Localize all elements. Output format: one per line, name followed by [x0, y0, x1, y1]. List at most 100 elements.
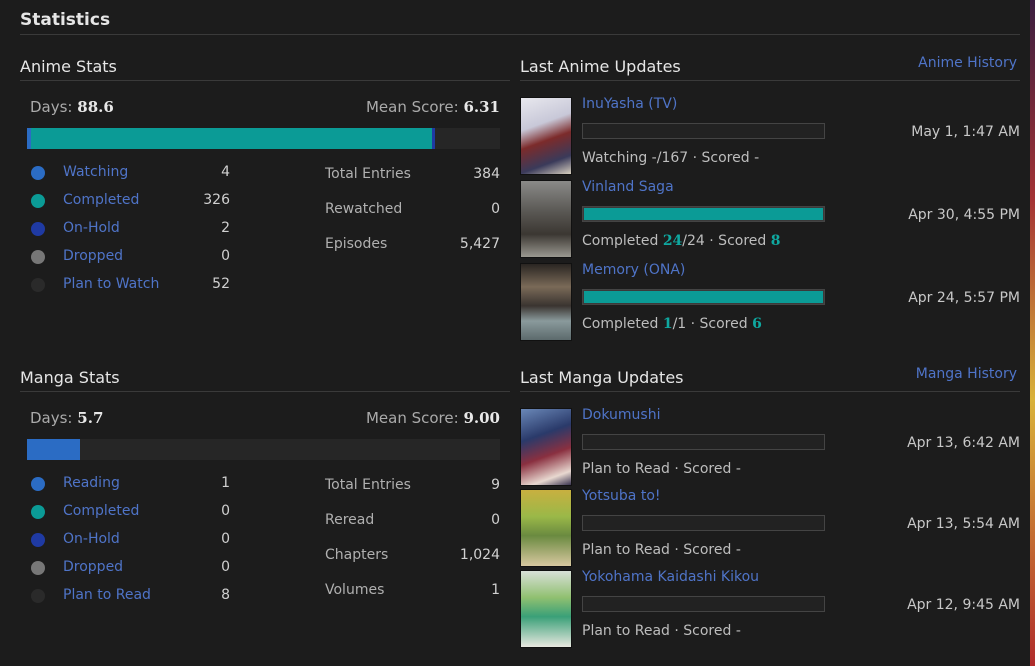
update-date: Apr 13, 5:54 AM — [907, 516, 1020, 532]
anime-mean-score: Mean Score: 6.31 — [365, 98, 500, 116]
status-label[interactable]: On-Hold — [63, 220, 120, 236]
stats-bar-segment-plan — [80, 439, 500, 460]
cover-thumbnail[interactable] — [520, 97, 572, 175]
update-date: Apr 30, 4:55 PM — [908, 207, 1020, 223]
status-row-completed[interactable]: Completed 0 — [30, 502, 240, 522]
status-row-plan-to-watch[interactable]: Plan to Watch 52 — [30, 275, 240, 295]
total-value: 0 — [491, 201, 500, 217]
manga-mean-score: Mean Score: 9.00 — [365, 409, 500, 427]
status-label[interactable]: Completed — [63, 503, 139, 519]
status-dot — [31, 589, 45, 603]
progress-fill — [583, 290, 824, 304]
manga-stats-bar — [27, 439, 500, 460]
status-count: 8 — [221, 587, 230, 603]
status-label[interactable]: Dropped — [63, 559, 123, 575]
status-row-dropped[interactable]: Dropped 0 — [30, 558, 240, 578]
total-value: 0 — [491, 512, 500, 528]
progress-fill — [583, 207, 824, 221]
update-status: Watching -/167 · Scored - — [582, 150, 759, 166]
status-label[interactable]: On-Hold — [63, 531, 120, 547]
total-label: Total Entries — [325, 166, 411, 182]
progress-bar — [582, 289, 825, 305]
cover-thumbnail[interactable] — [520, 180, 572, 258]
anime-updates-divider — [520, 80, 1020, 81]
status-dot — [31, 278, 45, 292]
total-label: Episodes — [325, 236, 388, 252]
total-value: 1 — [491, 582, 500, 598]
cover-thumbnail[interactable] — [520, 408, 572, 486]
update-title-link[interactable]: Yokohama Kaidashi Kikou — [582, 569, 759, 585]
total-value: 9 — [491, 477, 500, 493]
status-count: 52 — [212, 276, 230, 292]
update-status: Completed 1/1 · Scored 6 — [582, 316, 762, 332]
status-dot — [31, 477, 45, 491]
anime-stats-divider — [20, 80, 510, 81]
status-text: Watching -/167 · Scored - — [582, 150, 760, 166]
update-title-link[interactable]: InuYasha (TV) — [582, 96, 677, 112]
cover-thumbnail[interactable] — [520, 489, 572, 567]
status-count: 4 — [221, 164, 230, 180]
status-label[interactable]: Plan to Watch — [63, 276, 159, 292]
cover-thumbnail[interactable] — [520, 570, 572, 648]
total-label: Total Entries — [325, 477, 411, 493]
status-label[interactable]: Plan to Read — [63, 587, 151, 603]
status-row-reading[interactable]: Reading 1 — [30, 474, 240, 494]
stats-bar-segment-completed — [30, 128, 433, 149]
update-title-link[interactable]: Memory (ONA) — [582, 262, 685, 278]
episodes-done: 1 — [662, 316, 673, 332]
total-label: Chapters — [325, 547, 389, 563]
update-date: Apr 13, 6:42 AM — [907, 435, 1020, 451]
last-manga-updates-heading: Last Manga Updates — [520, 368, 684, 387]
status-label[interactable]: Watching — [63, 164, 128, 180]
status-text: Completed — [582, 233, 663, 249]
status-row-on-hold[interactable]: On-Hold 0 — [30, 530, 240, 550]
status-count: 0 — [221, 559, 230, 575]
manga-stats-heading: Manga Stats — [20, 368, 120, 387]
status-row-plan-to-read[interactable]: Plan to Read 8 — [30, 586, 240, 606]
adjacent-window-edge — [1030, 0, 1035, 666]
manga-history-link[interactable]: Manga History — [880, 366, 1017, 382]
anime-days: Days: 88.6 — [30, 98, 114, 116]
update-title-link[interactable]: Vinland Saga — [582, 179, 674, 195]
episodes-total: /1 · Scored — [672, 316, 753, 332]
update-date: Apr 24, 5:57 PM — [908, 290, 1020, 306]
anime-stats-heading: Anime Stats — [20, 57, 117, 76]
status-row-dropped[interactable]: Dropped 0 — [30, 247, 240, 267]
status-count: 326 — [203, 192, 230, 208]
anime-history-link[interactable]: Anime History — [880, 55, 1017, 71]
update-title-link[interactable]: Dokumushi — [582, 407, 660, 423]
status-count: 2 — [221, 220, 230, 236]
status-label[interactable]: Dropped — [63, 248, 123, 264]
stats-bar-segment-reading — [27, 439, 80, 460]
progress-bar — [582, 515, 825, 531]
update-status: Plan to Read · Scored - — [582, 623, 741, 639]
update-status: Plan to Read · Scored - — [582, 461, 741, 477]
update-status: Completed 24/24 · Scored 8 — [582, 233, 780, 249]
status-row-on-hold[interactable]: On-Hold 2 — [30, 219, 240, 239]
status-label[interactable]: Reading — [63, 475, 120, 491]
total-value: 1,024 — [459, 547, 500, 563]
update-title-link[interactable]: Yotsuba to! — [582, 488, 661, 504]
episodes-done: 24 — [662, 233, 683, 249]
episodes-total: /24 · Scored — [682, 233, 771, 249]
total-value: 384 — [473, 166, 500, 182]
status-row-watching[interactable]: Watching 4 — [30, 163, 240, 183]
progress-bar — [582, 596, 825, 612]
total-label: Reread — [325, 512, 375, 528]
status-row-completed[interactable]: Completed 326 — [30, 191, 240, 211]
progress-bar — [582, 434, 825, 450]
status-dot — [31, 194, 45, 208]
status-count: 1 — [221, 475, 230, 491]
page-title: Statistics — [20, 10, 111, 30]
status-count: 0 — [221, 531, 230, 547]
status-dot — [31, 561, 45, 575]
stats-bar-segment-plan — [435, 128, 499, 149]
status-count: 0 — [221, 503, 230, 519]
manga-updates-divider — [520, 391, 1020, 392]
update-date: May 1, 1:47 AM — [911, 124, 1020, 140]
total-label: Rewatched — [325, 201, 403, 217]
status-dot — [31, 222, 45, 236]
cover-thumbnail[interactable] — [520, 263, 572, 341]
progress-bar — [582, 206, 825, 222]
status-label[interactable]: Completed — [63, 192, 139, 208]
